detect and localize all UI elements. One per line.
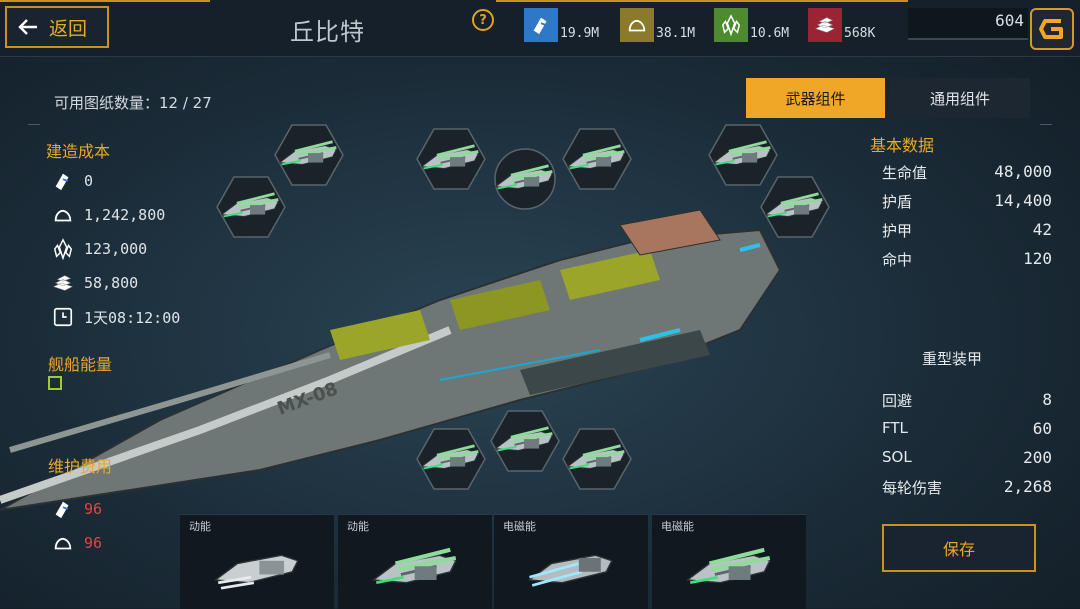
crystal-icon — [714, 8, 748, 42]
gas-icon — [620, 8, 654, 42]
blueprint-count: 可用图纸数量：12 / 27 — [54, 94, 212, 112]
credits-display: 604 — [908, 8, 1028, 40]
component-type: 电磁能 — [503, 520, 536, 533]
stat-value: 42 — [1032, 220, 1052, 239]
stat-value: 2,268 — [1003, 477, 1052, 496]
stat-value: 200 — [1023, 448, 1052, 467]
resource-metal: 19.9M — [524, 2, 599, 42]
stat-value: 14,400 — [994, 191, 1052, 210]
stat-armor: 护甲 42 — [882, 220, 1052, 241]
armor-type: 重型装甲 — [922, 350, 983, 368]
stat-evasion: 回避 8 — [882, 390, 1052, 411]
stat-hp: 生命值 48,000 — [882, 162, 1052, 183]
maintenance-gas: 96 — [50, 531, 102, 555]
g-coin-icon — [1039, 19, 1063, 39]
component-card[interactable]: 动能 — [338, 514, 492, 609]
top-accent-line — [0, 0, 210, 2]
metal-icon — [50, 497, 76, 521]
weapon-slot[interactable] — [562, 428, 632, 490]
credits-value: 604 — [995, 11, 1024, 30]
basic-data-title: 基本数据 — [870, 136, 935, 155]
stat-label: FTL — [882, 419, 908, 437]
stat-label: 每轮伤害 — [882, 479, 943, 497]
arrow-left-icon — [18, 19, 37, 35]
weapon-slot[interactable] — [490, 148, 560, 210]
divider — [28, 124, 40, 125]
g-coin-button[interactable] — [1030, 8, 1074, 50]
stat-label: 护甲 — [882, 222, 913, 240]
weapon-slot[interactable] — [760, 176, 830, 238]
metal-icon — [524, 8, 558, 42]
weapon-slot[interactable] — [562, 128, 632, 190]
component-card[interactable]: 电磁能 — [652, 514, 806, 609]
stat-shield: 护盾 14,400 — [882, 191, 1052, 212]
stat-label: 护盾 — [882, 193, 913, 211]
maintenance-value: 96 — [84, 500, 103, 518]
resource-crystal: 10.6M — [714, 2, 789, 42]
divider — [1040, 124, 1052, 125]
turret-icon — [527, 554, 613, 587]
resource-gas: 38.1M — [620, 2, 695, 42]
gas-icon — [50, 531, 76, 555]
stat-value: 8 — [1042, 390, 1052, 409]
build-cost-title: 建造成本 — [46, 142, 111, 161]
ingot-icon — [808, 8, 842, 42]
component-type: 电磁能 — [661, 520, 694, 533]
weapon-slot[interactable] — [416, 128, 486, 190]
weapon-slot[interactable] — [490, 410, 560, 472]
resource-value: 10.6M — [750, 26, 790, 41]
maintenance-metal: 96 — [50, 497, 102, 521]
resource-value: 568K — [844, 26, 876, 41]
tab-weapon-components[interactable]: 武器组件 — [746, 78, 885, 118]
resource-value: 38.1M — [656, 26, 696, 41]
stat-value: 120 — [1023, 249, 1052, 268]
back-label: 返回 — [49, 17, 88, 40]
stat-accuracy: 命中 120 — [882, 249, 1052, 270]
ship-name: 丘比特 — [290, 18, 365, 46]
stat-sol: SOL 200 — [882, 448, 1052, 467]
turret-icon — [368, 541, 464, 597]
stat-label: 回避 — [882, 392, 913, 410]
stat-ftl: FTL 60 — [882, 419, 1052, 438]
weapon-slot[interactable] — [416, 428, 486, 490]
turret-icon — [682, 541, 778, 597]
maintenance-title: 维护费用 — [48, 457, 113, 476]
stat-label: 命中 — [882, 251, 913, 269]
maintenance-value: 96 — [84, 534, 103, 552]
resource-value: 19.9M — [560, 26, 600, 41]
ship-render: MX-08 — [0, 209, 782, 511]
help-icon[interactable]: ? — [472, 9, 494, 31]
component-type: 动能 — [347, 520, 369, 533]
resource-ingot: 568K — [808, 2, 875, 42]
component-card[interactable]: 动能 — [180, 514, 334, 609]
stat-damage-per-round: 每轮伤害 2,268 — [882, 477, 1052, 498]
stat-label: 生命值 — [882, 164, 928, 182]
weapon-slot[interactable] — [216, 176, 286, 238]
stat-label: SOL — [882, 448, 912, 466]
stat-value: 48,000 — [994, 162, 1052, 181]
tab-general-components[interactable]: 通用组件 — [890, 78, 1030, 118]
component-type: 动能 — [189, 520, 211, 533]
stat-value: 60 — [1032, 419, 1052, 438]
turret-icon — [213, 554, 299, 590]
back-button[interactable]: 返回 — [5, 6, 109, 48]
component-card[interactable]: 电磁能 — [494, 514, 648, 609]
save-button[interactable]: 保存 — [882, 524, 1036, 572]
